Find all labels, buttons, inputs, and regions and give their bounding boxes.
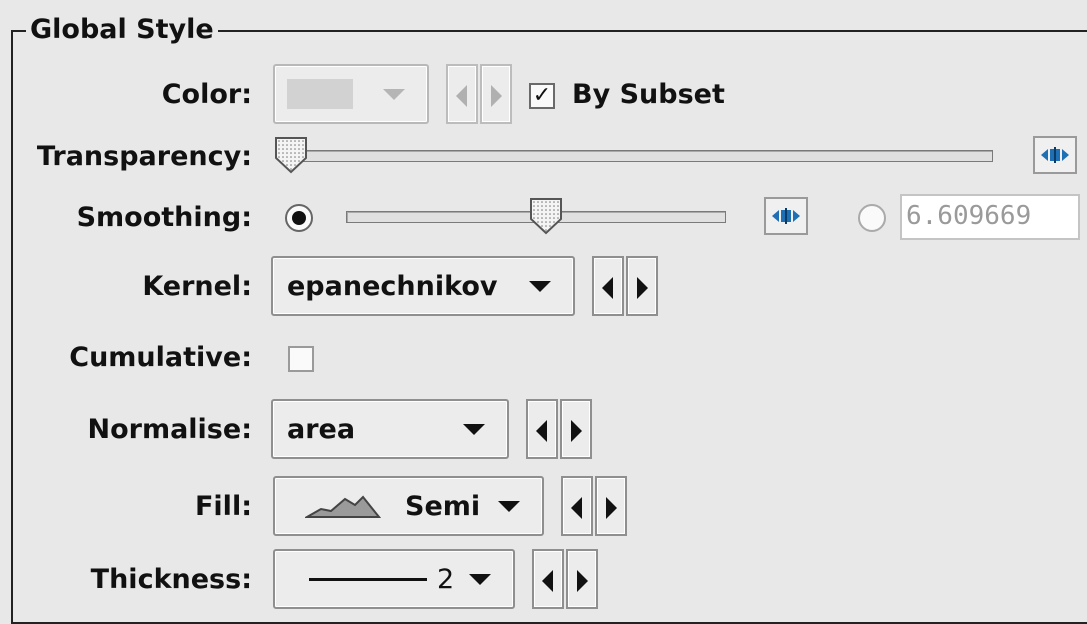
chevron-down-icon <box>529 281 551 292</box>
cumulative-label: Cumulative: <box>69 342 252 373</box>
previous-button[interactable] <box>526 399 558 459</box>
kernel-label: Kernel: <box>142 271 252 302</box>
color-combo[interactable] <box>273 64 429 124</box>
arrow-left-icon <box>542 570 553 592</box>
color-swatch <box>287 79 353 109</box>
color-stepper[interactable] <box>446 64 512 124</box>
next-button[interactable] <box>595 476 627 536</box>
line-thickness-icon <box>309 578 427 581</box>
arrow-left-icon <box>602 277 613 299</box>
cumulative-checkbox[interactable] <box>288 346 314 372</box>
smoothing-slider-radio[interactable] <box>285 204 313 232</box>
link-axis-icon <box>772 208 800 224</box>
smoothing-slider-thumb[interactable] <box>529 197 563 235</box>
arrow-left-icon <box>536 420 547 442</box>
checkmark-icon: ✓ <box>532 83 552 108</box>
normalise-label: Normalise: <box>87 414 252 445</box>
by-subset-checkbox[interactable]: ✓ <box>529 83 555 109</box>
chevron-down-icon <box>383 89 405 100</box>
histogram-semi-fill-icon <box>305 495 381 518</box>
fill-combo[interactable]: Semi <box>273 476 544 536</box>
transparency-label: Transparency: <box>36 141 252 172</box>
panel-title: Global Style <box>26 14 218 46</box>
by-subset-label: By Subset <box>572 79 725 110</box>
kernel-combo[interactable]: epanechnikov <box>271 256 575 316</box>
transparency-link-button[interactable] <box>1033 136 1077 174</box>
transparency-slider-thumb[interactable] <box>274 136 308 174</box>
arrow-left-icon <box>571 497 582 519</box>
smoothing-value-field[interactable]: 6.609669 <box>900 194 1080 240</box>
thickness-combo[interactable]: 2 <box>273 549 515 609</box>
previous-button[interactable] <box>446 64 478 124</box>
fill-stepper[interactable] <box>561 476 627 536</box>
chevron-down-icon <box>463 424 485 435</box>
chevron-down-icon <box>469 574 491 585</box>
arrow-right-icon <box>637 277 648 299</box>
global-style-panel <box>11 30 1087 624</box>
smoothing-label: Smoothing: <box>76 202 252 233</box>
previous-button[interactable] <box>592 256 624 316</box>
chevron-down-icon <box>498 501 520 512</box>
arrow-right-icon <box>491 85 502 107</box>
previous-button[interactable] <box>532 549 564 609</box>
arrow-right-icon <box>571 420 582 442</box>
thickness-value: 2 <box>437 563 455 595</box>
color-label: Color: <box>161 79 252 110</box>
fill-label: Fill: <box>194 491 252 522</box>
normalise-combo[interactable]: area <box>271 399 509 459</box>
previous-button[interactable] <box>561 476 593 536</box>
smoothing-link-button[interactable] <box>764 197 808 235</box>
transparency-slider-track[interactable] <box>290 150 993 162</box>
next-button[interactable] <box>560 399 592 459</box>
smoothing-text-radio[interactable] <box>858 204 886 232</box>
arrow-left-icon <box>456 85 467 107</box>
link-axis-icon <box>1041 147 1069 163</box>
thickness-label: Thickness: <box>90 564 252 595</box>
normalise-value: area <box>287 413 356 445</box>
fill-value: Semi <box>405 490 481 522</box>
kernel-stepper[interactable] <box>592 256 658 316</box>
normalise-stepper[interactable] <box>526 399 592 459</box>
thickness-stepper[interactable] <box>532 549 598 609</box>
arrow-right-icon <box>577 570 588 592</box>
kernel-value: epanechnikov <box>287 270 498 302</box>
next-button[interactable] <box>566 549 598 609</box>
next-button[interactable] <box>626 256 658 316</box>
arrow-right-icon <box>606 497 617 519</box>
next-button[interactable] <box>480 64 512 124</box>
